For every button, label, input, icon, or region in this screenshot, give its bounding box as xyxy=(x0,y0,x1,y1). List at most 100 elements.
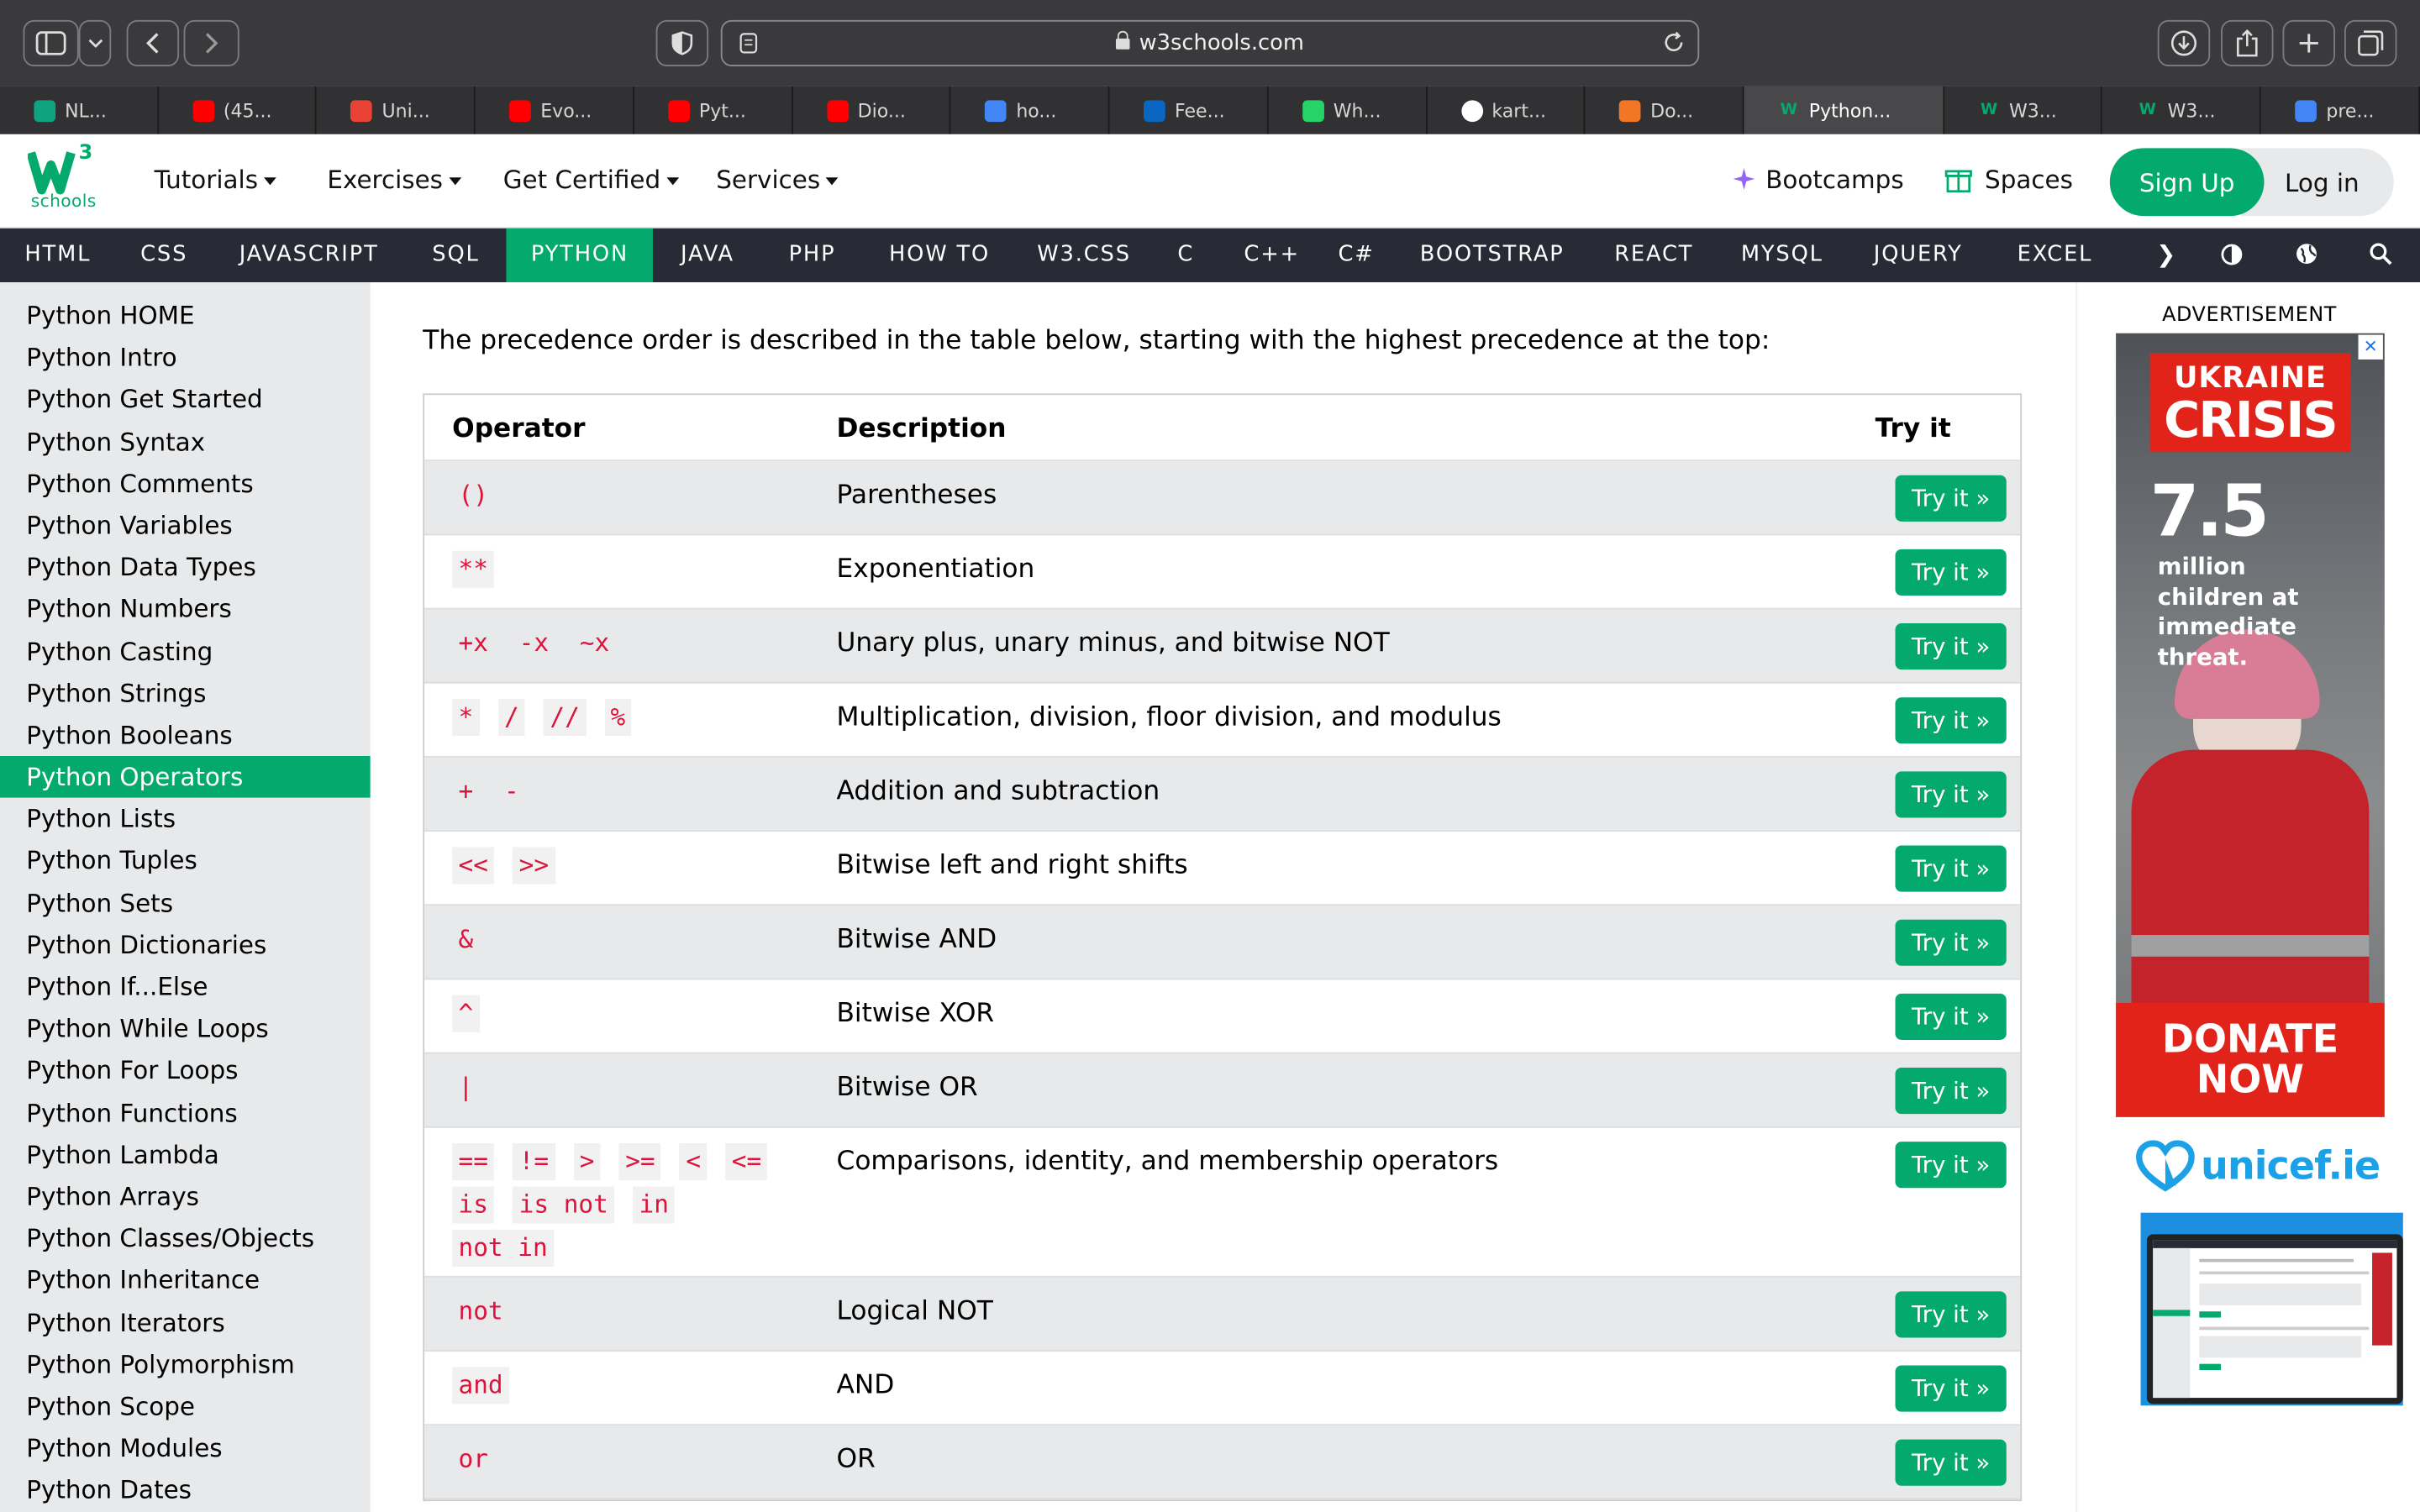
spaces-link[interactable]: Spaces xyxy=(1944,165,2073,194)
try-it-button[interactable]: Try it » xyxy=(1895,623,2007,670)
sidebar-item[interactable]: Python Classes/Objects xyxy=(0,1217,371,1259)
browser-tab[interactable]: Pyt... xyxy=(634,86,793,134)
subject-how-to[interactable]: HOW TO xyxy=(889,228,990,282)
new-tab-icon[interactable] xyxy=(2282,19,2335,66)
tutorials-menu[interactable]: Tutorials xyxy=(155,165,277,194)
subject-react[interactable]: REACT xyxy=(1614,228,1693,282)
share-icon[interactable] xyxy=(2221,19,2274,66)
globe-icon[interactable] xyxy=(2291,228,2322,282)
sidebar-item[interactable]: Python Intro xyxy=(0,337,371,379)
sidebar-item[interactable]: Python HOME xyxy=(0,295,371,337)
sidebar-item[interactable]: Python Polymorphism xyxy=(0,1343,371,1385)
sidebar-item[interactable]: Python Comments xyxy=(0,463,371,505)
sidebar-item[interactable]: Python Dates xyxy=(0,1469,371,1511)
sidebar-item[interactable]: Python For Loops xyxy=(0,1050,371,1092)
subject-mysql[interactable]: MYSQL xyxy=(1741,228,1823,282)
sidebar-item[interactable]: Python Modules xyxy=(0,1427,371,1469)
address-bar[interactable]: w3schools.com xyxy=(720,19,1700,66)
reload-icon[interactable] xyxy=(1662,31,1686,60)
sidebar-item[interactable]: Python Lambda xyxy=(0,1134,371,1176)
try-it-button[interactable]: Try it » xyxy=(1895,1439,2007,1486)
browser-tab[interactable]: Uni... xyxy=(317,86,476,134)
browser-tab[interactable]: kart... xyxy=(1427,86,1586,134)
ad-donate-2[interactable]: NOW xyxy=(2116,1058,2385,1101)
try-it-button[interactable]: Try it » xyxy=(1895,771,2007,818)
sidebar-item[interactable]: Python Lists xyxy=(0,798,371,840)
subject-css[interactable]: CSS xyxy=(140,228,187,282)
try-it-button[interactable]: Try it » xyxy=(1895,919,2007,966)
services-menu[interactable]: Services xyxy=(716,165,839,194)
try-it-button[interactable]: Try it » xyxy=(1895,1068,2007,1115)
get-certified-menu[interactable]: Get Certified xyxy=(503,165,680,194)
downloads-icon[interactable] xyxy=(2157,19,2211,66)
subject-c-[interactable]: C# xyxy=(1338,228,1374,282)
chevron-right-icon[interactable]: ❯ xyxy=(2151,228,2182,282)
sidebar-toggle-icon[interactable] xyxy=(23,19,79,66)
browser-tab[interactable]: (45... xyxy=(158,86,318,134)
sidebar-item[interactable]: Python Dictionaries xyxy=(0,924,371,966)
unicef-brand[interactable]: unicef.ie xyxy=(2136,1140,2383,1195)
subject-php[interactable]: PHP xyxy=(789,228,836,282)
forward-icon[interactable] xyxy=(183,19,239,66)
tab-overview-icon[interactable] xyxy=(2344,19,2397,66)
browser-tab[interactable]: W Python... xyxy=(1744,86,1944,134)
sidebar-item[interactable]: Python Arrays xyxy=(0,1175,371,1217)
ad-donate-1[interactable]: DONATE xyxy=(2116,1017,2385,1061)
sidebar-item[interactable]: Python Tuples xyxy=(0,840,371,882)
try-it-button[interactable]: Try it » xyxy=(1895,549,2007,596)
dark-mode-icon[interactable] xyxy=(2217,228,2248,282)
sidebar-item[interactable]: Python Strings xyxy=(0,672,371,714)
browser-tab[interactable]: NL... xyxy=(0,86,159,134)
subject-sql[interactable]: SQL xyxy=(432,228,479,282)
try-it-button[interactable]: Try it » xyxy=(1895,1291,2007,1338)
subject-c[interactable]: C xyxy=(1177,228,1194,282)
sidebar-item[interactable]: Python Scope xyxy=(0,1385,371,1427)
browser-tab[interactable]: W W3... xyxy=(2102,86,2262,134)
sidebar-item[interactable]: Python If...Else xyxy=(0,966,371,1008)
subject-bootstrap[interactable]: BOOTSTRAP xyxy=(1420,228,1565,282)
browser-tab[interactable]: Evo... xyxy=(476,86,634,134)
exercises-menu[interactable]: Exercises xyxy=(327,165,462,194)
back-icon[interactable] xyxy=(126,19,180,66)
sidebar-item[interactable]: Python Sets xyxy=(0,882,371,924)
sidebar-item[interactable]: Python Booleans xyxy=(0,714,371,756)
bootcamps-link[interactable]: Bootcamps xyxy=(1732,165,1904,194)
subject-java[interactable]: JAVA xyxy=(681,228,734,282)
try-it-button[interactable]: Try it » xyxy=(1895,1142,2007,1189)
sidebar-item[interactable]: Python While Loops xyxy=(0,1008,371,1050)
advertisement-banner[interactable]: UKRAINE CRISIS 7.5 million children at i… xyxy=(2116,333,2385,1117)
ad-close-icon[interactable]: ✕ xyxy=(2358,334,2383,360)
privacy-shield-icon[interactable] xyxy=(655,19,709,66)
try-it-button[interactable]: Try it » xyxy=(1895,1365,2007,1412)
subject-w3-css[interactable]: W3.CSS xyxy=(1037,228,1131,282)
sidebar-item[interactable]: Python Operators xyxy=(0,756,371,799)
sidebar-item[interactable]: Python Numbers xyxy=(0,588,371,630)
browser-tab[interactable]: Do... xyxy=(1585,86,1744,134)
sidebar-item[interactable]: Python Inheritance xyxy=(0,1259,371,1301)
subject-html[interactable]: HTML xyxy=(24,228,91,282)
try-it-button[interactable]: Try it » xyxy=(1895,475,2007,522)
browser-tab[interactable]: pre... xyxy=(2261,86,2420,134)
sidebar-item[interactable]: Python Functions xyxy=(0,1092,371,1134)
browser-tab[interactable]: Wh... xyxy=(1268,86,1428,134)
browser-tab[interactable]: ho... xyxy=(951,86,1110,134)
subject-c-[interactable]: C++ xyxy=(1244,228,1300,282)
browser-tab[interactable]: Fee... xyxy=(1109,86,1269,134)
w3schools-logo[interactable]: 3 schools xyxy=(26,142,102,217)
try-it-button[interactable]: Try it » xyxy=(1895,845,2007,892)
sidebar-item[interactable]: Python Data Types xyxy=(0,546,371,588)
sidebar-item[interactable]: Python Syntax xyxy=(0,421,371,463)
sidebar-item[interactable]: Python Get Started xyxy=(0,379,371,421)
signup-button[interactable]: Sign Up xyxy=(2109,148,2265,217)
sidebar-item[interactable]: Python Iterators xyxy=(0,1301,371,1343)
search-icon[interactable] xyxy=(2365,228,2396,282)
browser-tab[interactable]: W W3... xyxy=(1944,86,2103,134)
subject-excel[interactable]: EXCEL xyxy=(2018,228,2093,282)
sidebar-item[interactable]: Python Variables xyxy=(0,504,371,546)
chevron-down-icon[interactable] xyxy=(78,19,112,66)
subject-javascript[interactable]: JAVASCRIPT xyxy=(239,228,379,282)
browser-tab[interactable]: Dio... xyxy=(792,86,952,134)
sidebar-item[interactable]: Python Casting xyxy=(0,630,371,672)
subject-python[interactable]: PYTHON xyxy=(506,228,654,283)
subject-jquery[interactable]: JQUERY xyxy=(1874,228,1963,282)
